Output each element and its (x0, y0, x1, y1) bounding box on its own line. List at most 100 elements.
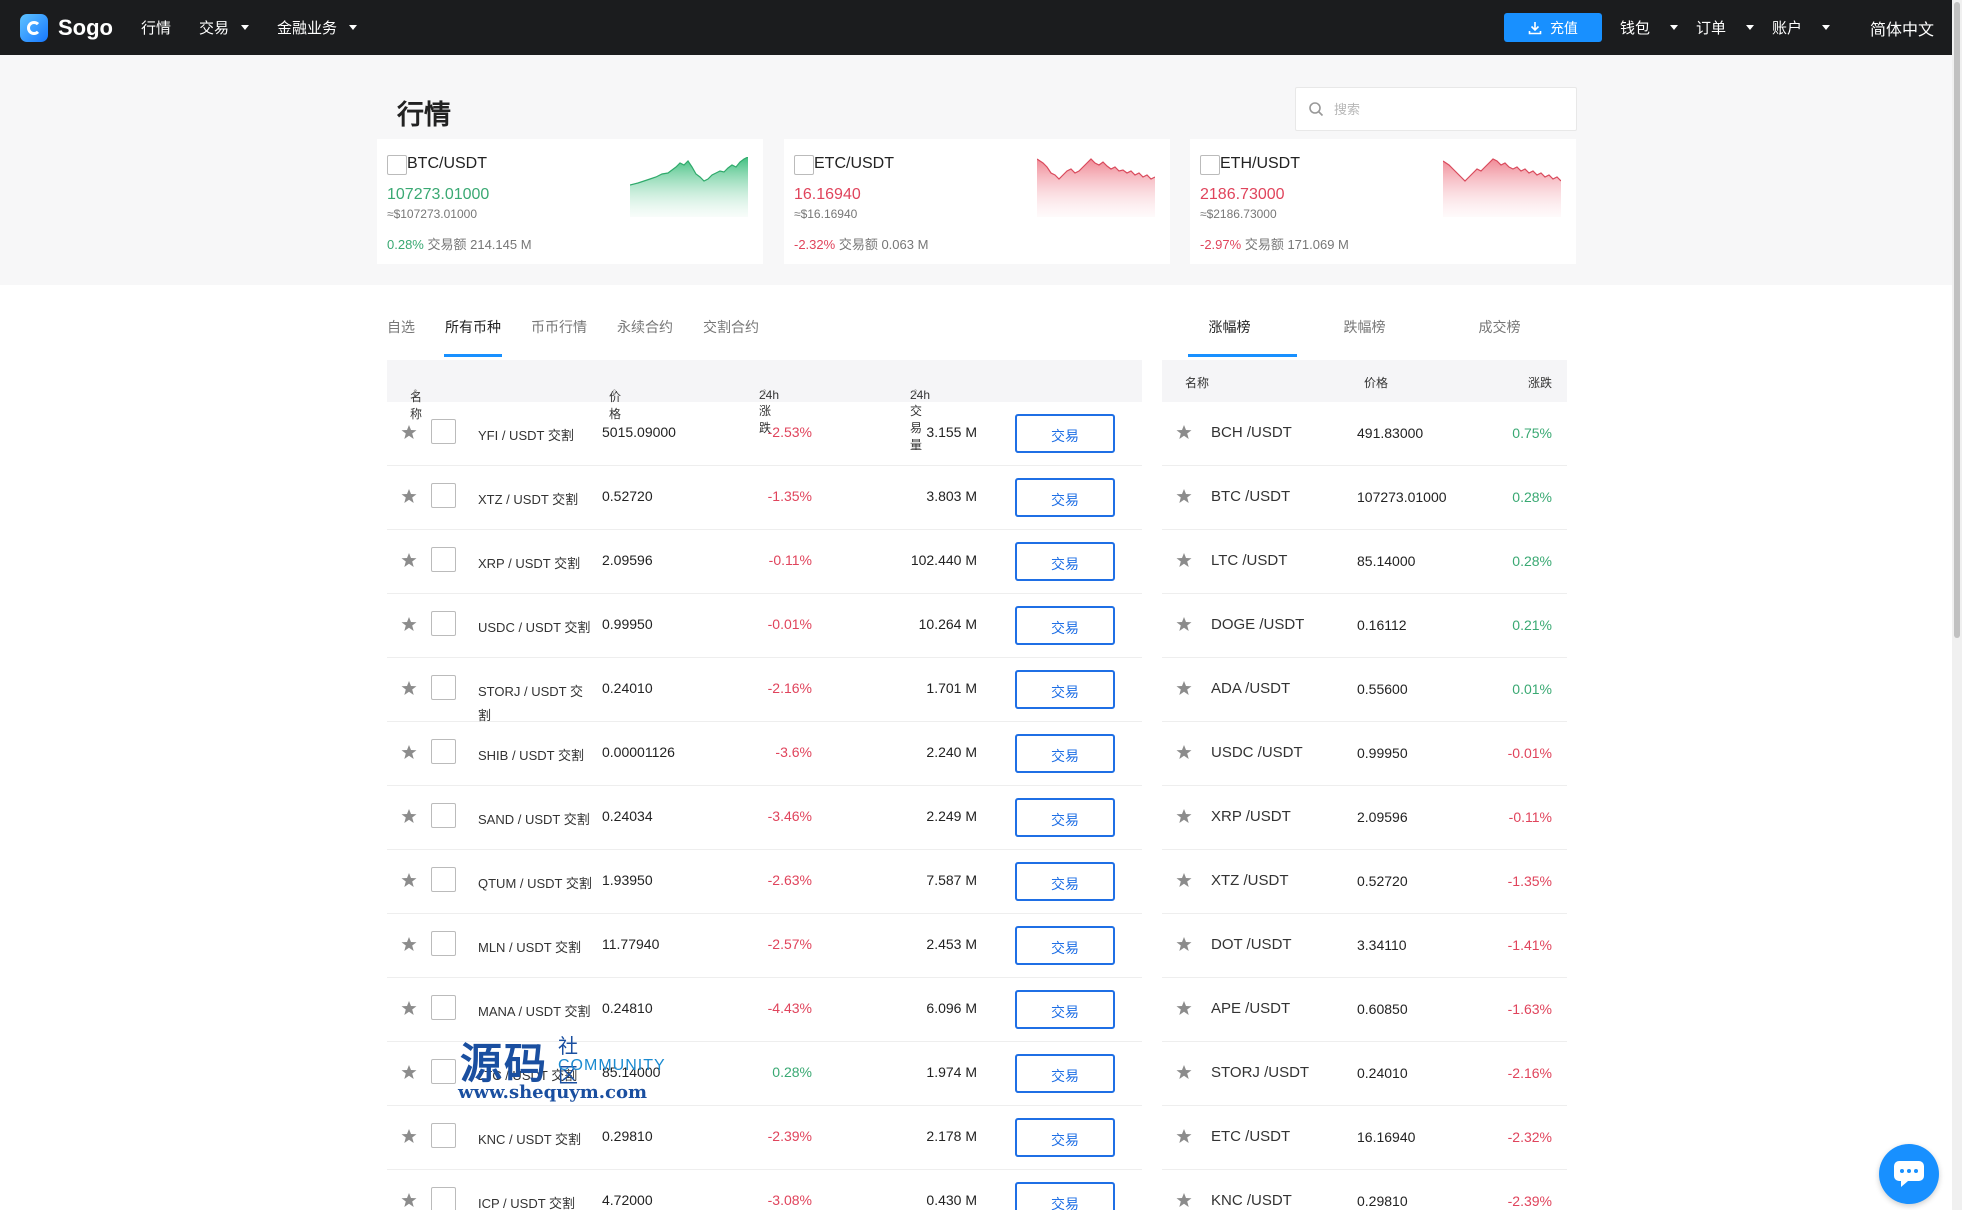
star-icon[interactable] (401, 552, 417, 571)
rank-coin-name[interactable]: DOGE /USDT (1211, 616, 1304, 633)
coin-name[interactable]: LTC / USDT 交割 (478, 1064, 593, 1088)
star-icon[interactable] (1176, 1192, 1192, 1210)
tab-losers[interactable]: 跌幅榜 (1297, 317, 1432, 357)
table-row[interactable]: XRP / USDT 交割 2.09596 -0.11% 102.440 M 交易 (387, 530, 1142, 594)
table-row[interactable]: YFI / USDT 交割 5015.09000 -2.53% 3.155 M 交易 (387, 402, 1142, 466)
star-icon[interactable] (401, 872, 417, 891)
rank-coin-name[interactable]: KNC /USDT (1211, 1192, 1292, 1209)
rank-coin-name[interactable]: LTC /USDT (1211, 552, 1287, 569)
table-row[interactable]: MLN / USDT 交割 11.77940 -2.57% 2.453 M 交易 (387, 914, 1142, 978)
rank-row[interactable]: LTC /USDT 85.14000 0.28% (1162, 530, 1567, 594)
rank-row[interactable]: BCH /USDT 491.83000 0.75% (1162, 402, 1567, 466)
table-row[interactable]: SHIB / USDT 交割 0.00001126 -3.6% 2.240 M 交易 (387, 722, 1142, 786)
star-icon[interactable] (401, 616, 417, 635)
language-selector[interactable]: 简体中文 (1870, 16, 1934, 40)
rank-row[interactable]: DOGE /USDT 0.16112 0.21% (1162, 594, 1567, 658)
star-icon[interactable] (401, 936, 417, 955)
rank-row[interactable]: APE /USDT 0.60850 -1.63% (1162, 978, 1567, 1042)
rank-coin-name[interactable]: XRP /USDT (1211, 808, 1291, 825)
rank-row[interactable]: KNC /USDT 0.29810 -2.39% (1162, 1170, 1567, 1210)
trade-button[interactable]: 交易 (1015, 862, 1115, 901)
rank-row[interactable]: STORJ /USDT 0.24010 -2.16% (1162, 1042, 1567, 1106)
page-scrollbar[interactable] (1952, 0, 1962, 1210)
trade-button[interactable]: 交易 (1015, 1054, 1115, 1093)
chat-button[interactable] (1879, 1144, 1939, 1204)
rank-coin-name[interactable]: ADA /USDT (1211, 680, 1290, 697)
scrollbar-thumb[interactable] (1954, 2, 1960, 638)
rank-coin-name[interactable]: XTZ /USDT (1211, 872, 1289, 889)
star-icon[interactable] (401, 680, 417, 699)
nav-item-wallet[interactable]: 钱包 (1620, 17, 1678, 38)
star-icon[interactable] (1176, 680, 1192, 700)
nav-item-finance[interactable]: 金融业务 (277, 17, 358, 38)
trade-button[interactable]: 交易 (1015, 478, 1115, 517)
star-icon[interactable] (1176, 744, 1192, 764)
coin-name[interactable]: QTUM / USDT 交割 (478, 872, 593, 896)
coin-name[interactable]: MLN / USDT 交割 (478, 936, 593, 960)
trade-button[interactable]: 交易 (1015, 1118, 1115, 1157)
tab-perpetual[interactable]: 永续合约 (617, 317, 673, 357)
trade-button[interactable]: 交易 (1015, 926, 1115, 965)
search-input[interactable] (1334, 101, 1554, 117)
coin-name[interactable]: ICP / USDT 交割 (478, 1192, 593, 1210)
tab-volume[interactable]: 成交榜 (1432, 317, 1567, 357)
star-icon[interactable] (1176, 488, 1192, 508)
table-row[interactable]: ICP / USDT 交割 4.72000 -3.08% 0.430 M 交易 (387, 1170, 1142, 1210)
star-icon[interactable] (1176, 808, 1192, 828)
star-icon[interactable] (1176, 552, 1192, 572)
rank-coin-name[interactable]: ETC /USDT (1211, 1128, 1290, 1145)
trade-button[interactable]: 交易 (1015, 798, 1115, 837)
star-icon[interactable] (1176, 424, 1192, 444)
rank-row[interactable]: ETC /USDT 16.16940 -2.32% (1162, 1106, 1567, 1170)
star-icon[interactable] (401, 1128, 417, 1147)
coin-name[interactable]: USDC / USDT 交割 (478, 616, 593, 640)
table-row[interactable]: LTC / USDT 交割 85.14000 0.28% 1.974 M 交易 (387, 1042, 1142, 1106)
recharge-button[interactable]: 充值 (1503, 13, 1602, 42)
star-icon[interactable] (401, 488, 417, 507)
star-icon[interactable] (1176, 872, 1192, 892)
logo[interactable]: Sogo (20, 13, 113, 42)
table-row[interactable]: QTUM / USDT 交割 1.93950 -2.63% 7.587 M 交易 (387, 850, 1142, 914)
coin-name[interactable]: YFI / USDT 交割 (478, 424, 593, 448)
ticker-card-btc[interactable]: BTC/USDT 107273.01000 ≈$107273.01000 0.2… (377, 139, 763, 264)
tab-all-coins[interactable]: 所有币种 (444, 317, 502, 357)
rank-row[interactable]: BTC /USDT 107273.01000 0.28% (1162, 466, 1567, 530)
star-icon[interactable] (401, 1000, 417, 1019)
ticker-card-etc[interactable]: ETC/USDT 16.16940 ≈$16.16940 -2.32% 交易额 … (784, 139, 1170, 264)
tab-gainers[interactable]: 涨幅榜 (1162, 317, 1297, 357)
nav-item-trade[interactable]: 交易 (199, 17, 250, 38)
coin-name[interactable]: STORJ / USDT 交割 (478, 680, 593, 728)
coin-name[interactable]: XTZ / USDT 交割 (478, 488, 593, 512)
rank-coin-name[interactable]: APE /USDT (1211, 1000, 1290, 1017)
star-icon[interactable] (1176, 1064, 1192, 1084)
star-icon[interactable] (1176, 936, 1192, 956)
rank-row[interactable]: XRP /USDT 2.09596 -0.11% (1162, 786, 1567, 850)
coin-name[interactable]: SAND / USDT 交割 (478, 808, 593, 832)
rank-row[interactable]: XTZ /USDT 0.52720 -1.35% (1162, 850, 1567, 914)
search-box[interactable] (1295, 87, 1577, 131)
coin-name[interactable]: XRP / USDT 交割 (478, 552, 593, 576)
trade-button[interactable]: 交易 (1015, 542, 1115, 581)
rank-row[interactable]: ADA /USDT 0.55600 0.01% (1162, 658, 1567, 722)
star-icon[interactable] (401, 744, 417, 763)
star-icon[interactable] (401, 808, 417, 827)
ticker-card-eth[interactable]: ETH/USDT 2186.73000 ≈$2186.73000 -2.97% … (1190, 139, 1576, 264)
trade-button[interactable]: 交易 (1015, 734, 1115, 773)
table-row[interactable]: STORJ / USDT 交割 0.24010 -2.16% 1.701 M 交易 (387, 658, 1142, 723)
table-row[interactable]: XTZ / USDT 交割 0.52720 -1.35% 3.803 M 交易 (387, 466, 1142, 530)
table-row[interactable]: SAND / USDT 交割 0.24034 -3.46% 2.249 M 交易 (387, 786, 1142, 850)
tab-spot[interactable]: 币币行情 (531, 317, 587, 357)
rank-coin-name[interactable]: DOT /USDT (1211, 936, 1292, 953)
star-icon[interactable] (1176, 1000, 1192, 1020)
rank-row[interactable]: DOT /USDT 3.34110 -1.41% (1162, 914, 1567, 978)
trade-button[interactable]: 交易 (1015, 1182, 1115, 1210)
coin-name[interactable]: SHIB / USDT 交割 (478, 744, 593, 768)
nav-item-account[interactable]: 账户 (1772, 17, 1830, 38)
table-row[interactable]: USDC / USDT 交割 0.99950 -0.01% 10.264 M 交易 (387, 594, 1142, 658)
star-icon[interactable] (1176, 1128, 1192, 1148)
rank-coin-name[interactable]: USDC /USDT (1211, 744, 1303, 761)
nav-item-orders[interactable]: 订单 (1696, 17, 1754, 38)
trade-button[interactable]: 交易 (1015, 670, 1115, 709)
coin-name[interactable]: KNC / USDT 交割 (478, 1128, 593, 1152)
tab-delivery[interactable]: 交割合约 (703, 317, 759, 357)
